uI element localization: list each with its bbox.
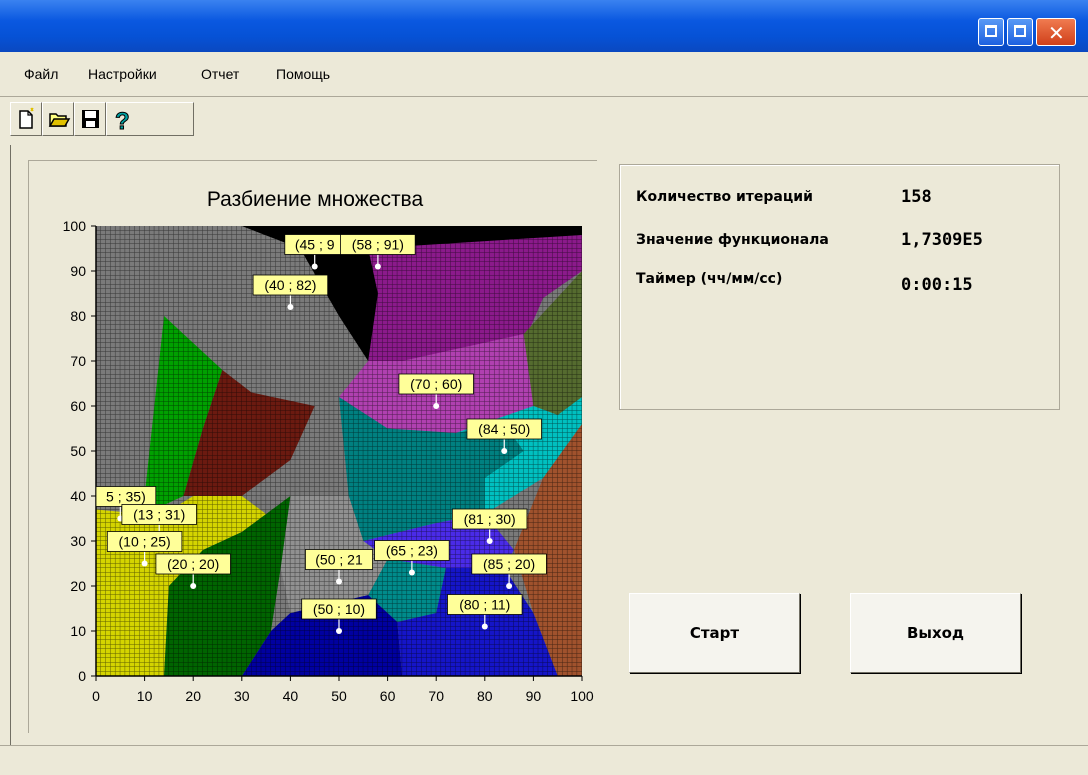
- y-tick-label: 60: [70, 398, 86, 414]
- point-label: (85 ; 20): [483, 556, 535, 572]
- point-label: (50 ; 10): [313, 601, 365, 617]
- point-label: (80 ; 11): [459, 597, 510, 613]
- y-tick-label: 90: [70, 263, 86, 279]
- status-bar: [0, 745, 1088, 775]
- y-tick-label: 20: [70, 578, 86, 594]
- x-tick-label: 40: [283, 688, 299, 704]
- y-tick-label: 30: [70, 533, 86, 549]
- y-tick-label: 80: [70, 308, 86, 324]
- data-point: [433, 403, 440, 409]
- data-point: [336, 628, 342, 634]
- timer-value: 0:00:15: [901, 275, 973, 295]
- y-tick-label: 40: [70, 488, 86, 504]
- data-point: [336, 578, 342, 585]
- functional-label: Значение функционала: [636, 232, 829, 248]
- y-tick-label: 50: [70, 443, 86, 459]
- y-tick-label: 0: [78, 668, 86, 684]
- point-label: (45 ; 9: [295, 237, 335, 253]
- x-tick-label: 60: [380, 688, 396, 704]
- data-point: [287, 304, 294, 310]
- point-label: (20 ; 20): [167, 556, 219, 572]
- exit-button[interactable]: Выход: [850, 593, 1021, 673]
- iterations-label: Количество итераций: [636, 189, 813, 205]
- data-point: [481, 623, 488, 630]
- x-tick-label: 80: [477, 688, 493, 704]
- start-button[interactable]: Старт: [629, 593, 800, 673]
- y-tick-label: 70: [70, 353, 86, 369]
- y-tick-label: 10: [70, 623, 86, 639]
- data-point: [311, 263, 318, 270]
- x-tick-label: 90: [526, 688, 542, 704]
- point-label: (70 ; 60): [410, 376, 462, 392]
- functional-value: 1,7309E5: [901, 230, 983, 250]
- data-point: [501, 448, 508, 454]
- x-tick-label: 100: [570, 688, 594, 704]
- data-point: [190, 583, 197, 589]
- info-panel: Количество итераций 158 Значение функцио…: [619, 164, 1060, 410]
- point-label: (13 ; 31): [133, 507, 185, 523]
- x-tick-label: 0: [92, 688, 100, 704]
- x-tick-label: 10: [137, 688, 153, 704]
- point-label: (10 ; 25): [119, 534, 171, 550]
- x-tick-label: 70: [428, 688, 444, 704]
- iterations-value: 158: [901, 187, 932, 207]
- x-tick-label: 20: [185, 688, 201, 704]
- data-point: [141, 560, 148, 567]
- data-point: [374, 263, 381, 270]
- point-label: (84 ; 50): [478, 421, 530, 437]
- point-label: (40 ; 82): [264, 277, 316, 293]
- x-tick-label: 50: [331, 688, 347, 704]
- data-point: [408, 569, 415, 576]
- x-tick-label: 30: [234, 688, 250, 704]
- point-label: (50 ; 21: [315, 552, 363, 568]
- point-label: (58 ; 91): [352, 237, 404, 253]
- y-tick-label: 100: [63, 218, 87, 234]
- timer-label: Таймер (чч/мм/сс): [636, 271, 783, 287]
- point-label: (65 ; 23): [386, 543, 438, 559]
- point-label: 5 ; 35): [106, 489, 146, 505]
- data-point: [486, 538, 493, 544]
- point-label: (81 ; 30): [464, 511, 516, 527]
- data-point: [506, 583, 513, 589]
